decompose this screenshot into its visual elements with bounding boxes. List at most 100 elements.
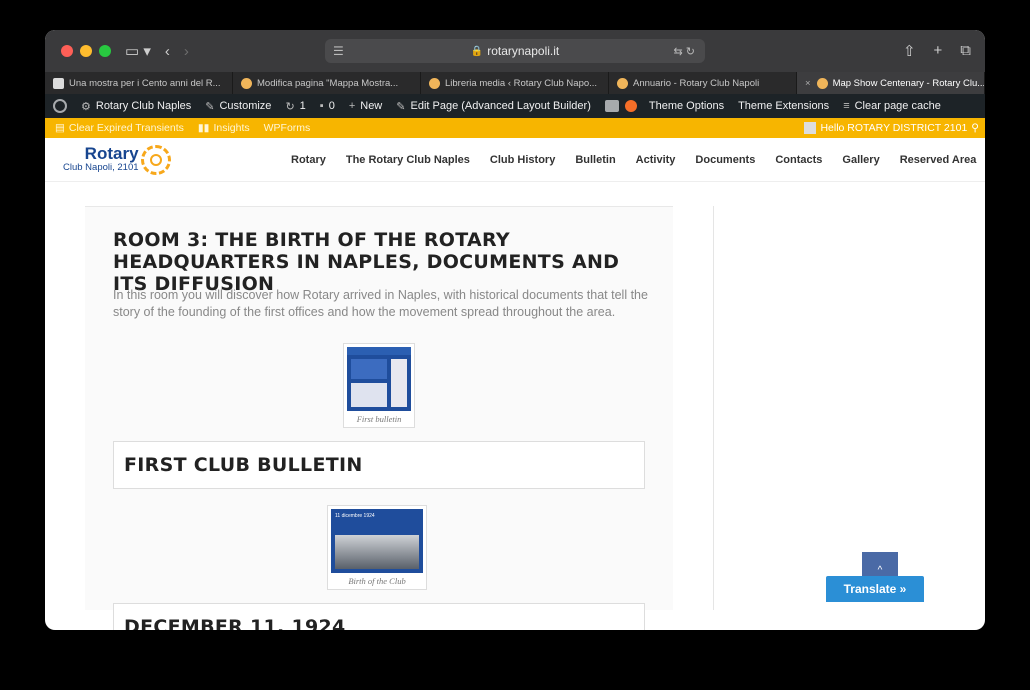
updates-count: 1: [299, 100, 306, 112]
room-title: ROOM 3: THE BIRTH OF THE ROTARY HEADQUAR…: [113, 229, 620, 295]
nav-rotary-club-naples[interactable]: The Rotary Club Naples: [346, 154, 470, 166]
site-header: Rotary Club Napoli, 2101 Rotary The Rota…: [45, 138, 985, 182]
theme-options-label: Theme Options: [648, 100, 725, 112]
wordpress-logo-icon[interactable]: [53, 99, 67, 113]
clear-transients-link[interactable]: ▤ Clear Expired Transients: [55, 122, 184, 134]
birth-of-club-thumbnail[interactable]: 11 dicembre 1924 Birth of the Club: [327, 505, 427, 590]
pencil-icon: ✎: [396, 100, 406, 113]
comments-count: 0: [328, 100, 335, 112]
page-content: ROOM 3: THE BIRTH OF THE ROTARY HEADQUAR…: [45, 206, 985, 630]
updates-icon: ↻: [285, 100, 295, 113]
clear-cache-label: Clear page cache: [854, 100, 941, 112]
site-name-label: Rotary Club Naples: [95, 100, 192, 112]
nav-documents[interactable]: Documents: [695, 154, 755, 166]
tab-1[interactable]: Una mostra per i Cento anni del R...: [45, 72, 233, 94]
room-description: In this room you will discover how Rotar…: [113, 288, 648, 319]
database-icon: ≡: [843, 100, 850, 112]
tab-bar: Una mostra per i Cento anni del R... Mod…: [45, 72, 985, 94]
greeting-label: Hello ROTARY DISTRICT 2101: [820, 122, 968, 134]
translate-button[interactable]: Translate »: [826, 576, 924, 602]
customize-label: Customize: [219, 100, 272, 112]
customize-link[interactable]: ✎ Customize: [205, 100, 271, 113]
insights-label: Insights: [213, 122, 250, 134]
tab-title: Annuario - Rotary Club Napoli: [633, 77, 760, 89]
wpforms-label: WPForms: [263, 122, 311, 134]
tab-title: Una mostra per i Cento anni del R...: [69, 77, 221, 89]
dashboard-icon: ⚙: [81, 100, 91, 113]
forward-icon[interactable]: ›: [184, 43, 189, 60]
insights-link[interactable]: ▮▮ Insights: [198, 122, 250, 134]
favicon-icon: [53, 77, 64, 89]
back-icon[interactable]: ‹: [165, 43, 170, 60]
main-column: ROOM 3: THE BIRTH OF THE ROTARY HEADQUAR…: [85, 206, 673, 630]
page-menu-icon[interactable]: ☰: [333, 44, 344, 58]
nav-activity[interactable]: Activity: [636, 154, 676, 166]
section-heading-december: DECEMBER 11, 1924: [113, 603, 645, 630]
url-text: rotarynapoli.it: [487, 44, 560, 58]
transients-icon: ▤: [55, 122, 65, 134]
updates-link[interactable]: ↻ 1: [285, 100, 305, 113]
minimize-window-button[interactable]: [80, 45, 92, 57]
share-icon[interactable]: ⇧: [903, 42, 916, 60]
favicon-icon: [241, 77, 252, 89]
toolbar-actions: ⇧ + ⧉: [903, 42, 971, 60]
thumbnail-caption: Birth of the Club: [348, 576, 406, 586]
tab-3[interactable]: Libreria media ‹ Rotary Club Napo...: [421, 72, 609, 94]
new-tab-icon[interactable]: +: [934, 42, 943, 60]
tab-4[interactable]: Annuario - Rotary Club Napoli: [609, 72, 797, 94]
theme-extensions-link[interactable]: Theme Extensions: [738, 100, 829, 112]
edit-page-label: Edit Page (Advanced Layout Builder): [410, 100, 591, 112]
logo-subtitle: Club Napoli, 2101: [63, 162, 139, 173]
search-icon[interactable]: ⚲: [971, 122, 979, 134]
address-bar[interactable]: ☰ 🔒 rotarynapoli.it ⇆ ↻: [325, 39, 705, 63]
tab-5-active[interactable]: × Map Show Centenary - Rotary Clu...: [797, 72, 985, 94]
sidebar-toggle-icon[interactable]: ▭ ▾: [125, 42, 151, 60]
nav-gallery[interactable]: Gallery: [842, 154, 879, 166]
browser-window: ▭ ▾ ‹ › ☰ 🔒 rotarynapoli.it ⇆ ↻ ⇧ + ⧉ Un…: [45, 30, 985, 630]
nav-contacts[interactable]: Contacts: [775, 154, 822, 166]
brush-icon: ✎: [205, 100, 215, 113]
nav-club-history[interactable]: Club History: [490, 154, 555, 166]
tab-2[interactable]: Modifica pagina "Mappa Mostra...: [233, 72, 421, 94]
new-content-link[interactable]: + New: [349, 100, 382, 112]
wpforms-link[interactable]: WPForms: [264, 122, 311, 134]
yoast-seo-icon[interactable]: [604, 100, 619, 112]
zoom-window-button[interactable]: [99, 45, 111, 57]
theme-extensions-label: Theme Extensions: [738, 100, 830, 112]
close-window-button[interactable]: [61, 45, 73, 57]
wp-admin-bar: ⚙ Rotary Club Naples ✎ Customize ↻ 1 ▪ 0…: [45, 94, 985, 118]
edit-page-link[interactable]: ✎ Edit Page (Advanced Layout Builder): [396, 100, 591, 113]
comments-link[interactable]: ▪ 0: [320, 100, 335, 112]
club-photo-image: 11 dicembre 1924: [331, 509, 423, 573]
nav-rotary[interactable]: Rotary: [291, 154, 326, 166]
tab-title: Modifica pagina "Mappa Mostra...: [257, 77, 399, 89]
nav-bulletin[interactable]: Bulletin: [575, 154, 615, 166]
plus-icon: +: [348, 100, 356, 112]
favicon-icon: [617, 77, 628, 89]
first-bulletin-thumbnail[interactable]: First bulletin: [343, 343, 415, 428]
site-logo[interactable]: Rotary Club Napoli, 2101: [63, 144, 171, 175]
main-nav: Rotary The Rotary Club Naples Club Histo…: [291, 154, 976, 166]
lock-icon: 🔒: [470, 45, 484, 57]
plugin-toolbar: ▤ Clear Expired Transients ▮▮ Insights W…: [45, 118, 985, 138]
logo-rotary: Rotary: [84, 144, 139, 163]
rotary-wheel-icon: [140, 144, 171, 175]
thumbnail-caption: First bulletin: [356, 414, 402, 424]
reload-icon[interactable]: ⇆ ↻: [674, 45, 696, 58]
user-account[interactable]: Hello ROTARY DISTRICT 2101 ⚲: [804, 122, 979, 134]
favicon-icon: [816, 77, 828, 89]
seo-status-icon[interactable]: [624, 100, 637, 112]
bar-chart-icon: ▮▮: [197, 122, 210, 134]
nav-reserved-area[interactable]: Reserved Area: [900, 154, 977, 166]
close-tab-icon[interactable]: ×: [805, 78, 811, 89]
site-name-link[interactable]: ⚙ Rotary Club Naples: [81, 100, 191, 113]
new-label: New: [360, 100, 383, 112]
clear-cache-link[interactable]: ≡ Clear page cache: [843, 100, 941, 112]
window-controls: [61, 45, 111, 57]
tab-overview-icon[interactable]: ⧉: [960, 42, 971, 60]
section-heading-first-bulletin: FIRST CLUB BULLETIN: [113, 441, 645, 489]
sidebar-divider: [713, 206, 714, 610]
tab-title: Libreria media ‹ Rotary Club Napo...: [445, 77, 598, 89]
comment-icon: ▪: [319, 100, 324, 112]
theme-options-link[interactable]: Theme Options: [649, 100, 724, 112]
